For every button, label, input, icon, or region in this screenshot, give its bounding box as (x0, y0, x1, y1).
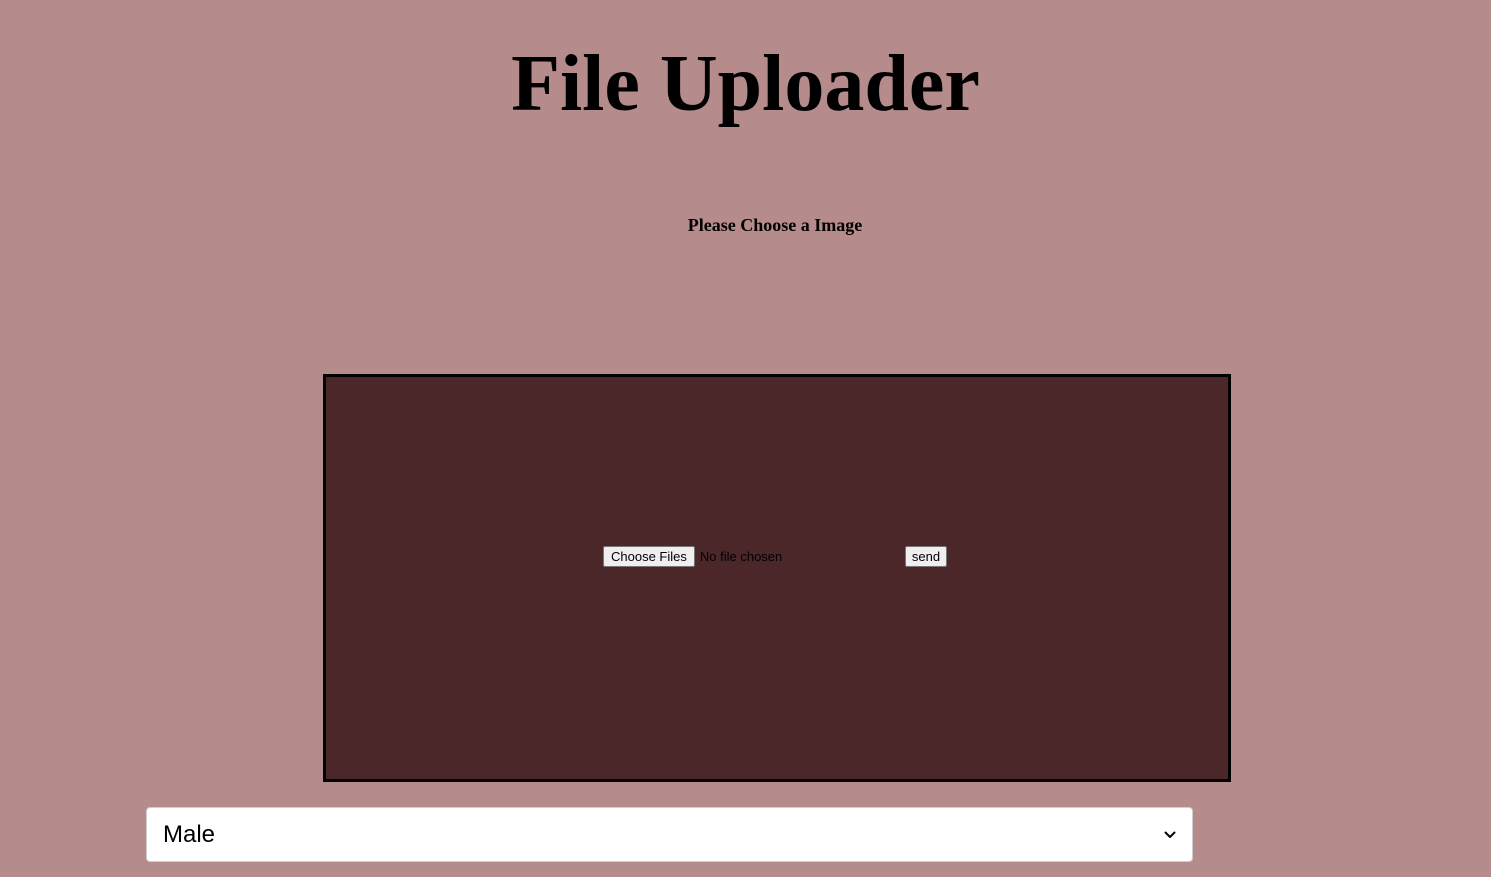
chevron-down-icon (1164, 829, 1176, 841)
send-button[interactable]: send (904, 545, 948, 567)
file-picker-row: Choose Files No file chosen send (603, 545, 948, 567)
gender-select[interactable]: Male (146, 807, 1193, 862)
page-subtitle: Please Choose a Image (687, 215, 863, 235)
choose-files-button[interactable]: Choose Files (603, 545, 695, 567)
file-status-text: No file chosen (699, 548, 783, 564)
upload-panel: Choose Files No file chosen send (323, 374, 1231, 782)
gender-select-value: Male (163, 820, 216, 848)
page-title: File Uploader (511, 40, 980, 128)
